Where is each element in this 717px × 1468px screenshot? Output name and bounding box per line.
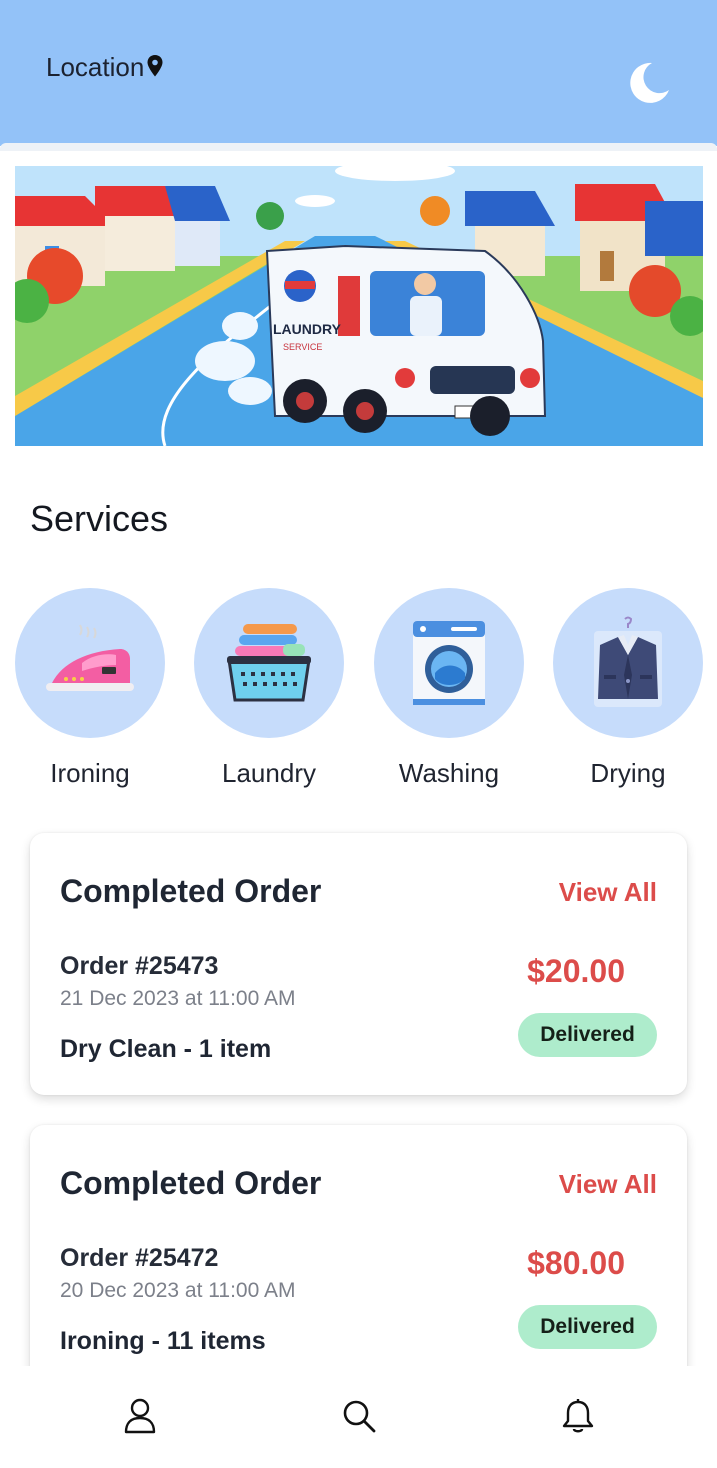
order-date: 21 Dec 2023 at 11:00 AM — [60, 987, 296, 1010]
order-item-summary: Ironing - 11 items — [60, 1327, 266, 1355]
svg-text:SERVICE: SERVICE — [283, 342, 322, 352]
header-divider — [0, 143, 717, 151]
suit-icon — [594, 616, 662, 707]
order-price: $80.00 — [527, 1245, 625, 1281]
view-all-link[interactable]: View All — [559, 1169, 657, 1200]
service-label: Washing — [398, 758, 500, 788]
service-label: Drying — [590, 758, 666, 788]
svg-text:LAUNDRY: LAUNDRY — [273, 321, 342, 337]
service-circle — [15, 588, 165, 738]
service-label: Ironing — [50, 758, 130, 788]
moon-icon[interactable] — [626, 60, 672, 106]
service-washing[interactable]: Washing — [374, 588, 524, 789]
location-selector[interactable]: Location — [46, 52, 164, 83]
order-item-summary: Dry Clean - 1 item — [60, 1035, 272, 1063]
order-card[interactable]: Completed Order View All Order #25473 21… — [30, 833, 687, 1095]
profile-icon[interactable] — [123, 1398, 157, 1434]
service-drying[interactable]: Drying — [553, 588, 703, 789]
location-label: Location — [46, 52, 145, 82]
order-card[interactable]: Completed Order View All Order #25472 20… — [30, 1125, 687, 1387]
washing-machine-icon — [413, 621, 485, 705]
service-ironing[interactable]: Ironing — [15, 588, 165, 789]
top-header: Location — [0, 0, 717, 146]
location-pin-icon — [147, 54, 163, 76]
order-number: Order #25472 — [60, 1244, 219, 1272]
iron-icon — [46, 624, 134, 691]
laundry-basket-icon — [227, 624, 311, 702]
order-date: 20 Dec 2023 at 11:00 AM — [60, 1279, 296, 1302]
banner-illustration: LAUNDRY SERVICE — [15, 166, 703, 446]
order-number: Order #25473 — [60, 952, 219, 980]
service-circle — [553, 588, 703, 738]
bottom-navigation — [0, 1366, 717, 1468]
service-label: Laundry — [222, 758, 316, 788]
status-badge: Delivered — [518, 1013, 657, 1057]
services-title: Services — [30, 498, 169, 539]
search-icon[interactable] — [341, 1398, 377, 1434]
status-badge: Delivered — [518, 1305, 657, 1349]
service-circle — [194, 588, 344, 738]
bell-icon[interactable] — [562, 1398, 594, 1434]
order-card-title: Completed Order — [60, 1165, 322, 1201]
order-card-title: Completed Order — [60, 873, 322, 909]
service-circle — [374, 588, 524, 738]
order-price: $20.00 — [527, 953, 625, 989]
view-all-link[interactable]: View All — [559, 877, 657, 908]
service-laundry[interactable]: Laundry — [194, 588, 344, 789]
